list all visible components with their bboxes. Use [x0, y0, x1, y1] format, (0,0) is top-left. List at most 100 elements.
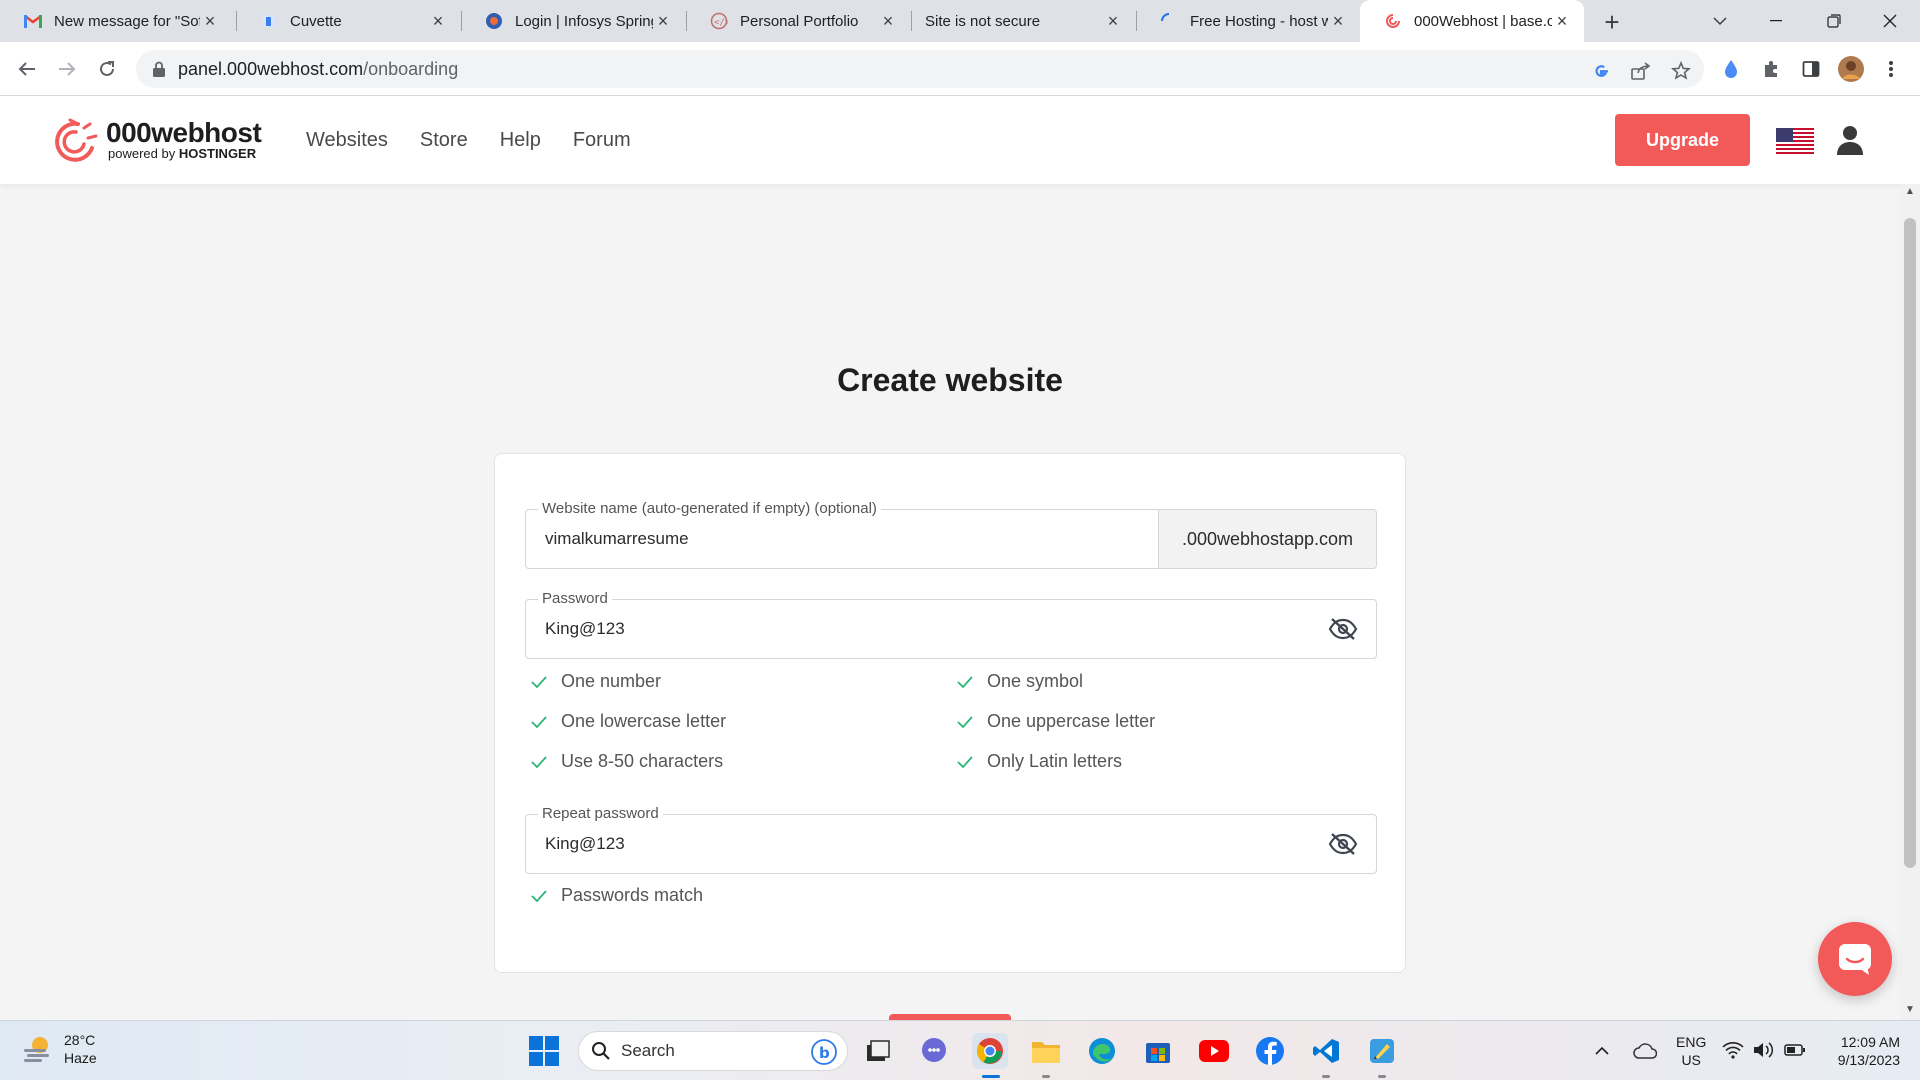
requirement-label: One number: [561, 671, 662, 691]
scroll-down-icon[interactable]: ▼: [1903, 1004, 1917, 1018]
url-path: /onboarding: [363, 58, 459, 79]
page-title: Create website: [837, 362, 1063, 398]
close-icon[interactable]: ×: [1328, 11, 1348, 31]
repeat-password-input[interactable]: King@123: [545, 815, 625, 873]
tab-search-button[interactable]: [1690, 0, 1750, 42]
address-bar[interactable]: panel.000webhost.com/onboarding: [136, 50, 1704, 88]
language-indicator[interactable]: ENG US: [1676, 1033, 1706, 1069]
check-icon: [957, 675, 973, 688]
us-flag-icon[interactable]: [1776, 128, 1814, 154]
tab-000webhost[interactable]: 000Webhost | base.or ×: [1360, 0, 1584, 42]
tab-cuvette[interactable]: Cuvette ×: [236, 0, 460, 42]
wifi-icon[interactable]: [1722, 1041, 1744, 1059]
requirement-item: Use 8-50 characters: [531, 751, 723, 772]
tab-infosys[interactable]: Login | Infosys Springb ×: [461, 0, 685, 42]
lock-icon: [153, 61, 165, 77]
close-icon[interactable]: ×: [1552, 11, 1572, 31]
site-header: 000webhost powered by HOSTINGER Websites…: [0, 96, 1920, 184]
clock-date: 9/13/2023: [1837, 1052, 1900, 1068]
volume-icon[interactable]: [1752, 1041, 1774, 1059]
restore-button[interactable]: [1804, 0, 1864, 42]
weather-widget[interactable]: 28°C Haze: [22, 1031, 97, 1067]
reload-button[interactable]: [92, 54, 122, 84]
nav-store[interactable]: Store: [420, 129, 468, 152]
task-view-icon[interactable]: [860, 1033, 896, 1069]
user-account-icon[interactable]: [1836, 124, 1864, 156]
requirement-item: One lowercase letter: [531, 711, 726, 732]
youtube-icon[interactable]: [1196, 1033, 1232, 1069]
tab-not-secure[interactable]: Site is not secure ×: [911, 0, 1135, 42]
extension-drop-icon[interactable]: [1718, 56, 1744, 82]
close-window-button[interactable]: [1860, 0, 1920, 42]
taskbar-search[interactable]: Search b: [578, 1031, 848, 1071]
check-icon: [531, 755, 547, 768]
paint-icon[interactable]: [1364, 1033, 1400, 1069]
brand-tagline: powered by HOSTINGER: [108, 147, 261, 161]
close-icon[interactable]: ×: [653, 11, 673, 31]
globe-code-icon: </>: [710, 12, 728, 30]
logo[interactable]: 000webhost powered by HOSTINGER: [48, 118, 262, 162]
cuvette-icon: [260, 12, 278, 30]
share-icon[interactable]: [1628, 58, 1654, 84]
upgrade-button[interactable]: Upgrade: [1615, 114, 1750, 166]
close-icon[interactable]: ×: [428, 11, 448, 31]
tab-title: Free Hosting - host w: [1190, 12, 1328, 30]
password-field[interactable]: Password King@123: [525, 590, 1377, 659]
password-input[interactable]: King@123: [545, 600, 625, 658]
scroll-up-icon[interactable]: ▲: [1903, 186, 1917, 200]
minimize-button[interactable]: [1746, 0, 1806, 42]
chevron-up-icon[interactable]: [1595, 1046, 1609, 1056]
eye-off-icon[interactable]: [1328, 832, 1358, 856]
requirement-item: One uppercase letter: [957, 711, 1155, 732]
tab-portfolio[interactable]: </> Personal Portfolio ×: [686, 0, 910, 42]
scrollbar-thumb[interactable]: [1904, 218, 1916, 868]
main-nav: Websites Store Help Forum: [306, 96, 663, 184]
requirement-label: Only Latin letters: [987, 751, 1123, 771]
close-icon[interactable]: ×: [200, 11, 220, 31]
side-panel-icon[interactable]: [1798, 56, 1824, 82]
infosys-icon: [485, 12, 503, 30]
nav-forum[interactable]: Forum: [573, 129, 631, 152]
edge-icon[interactable]: [1084, 1033, 1120, 1069]
menu-kebab-icon[interactable]: [1878, 56, 1904, 82]
windows-start-icon[interactable]: [528, 1035, 560, 1067]
repeat-password-field[interactable]: Repeat password King@123: [525, 805, 1377, 874]
eye-off-icon[interactable]: [1328, 617, 1358, 641]
weather-condition: Haze: [64, 1050, 97, 1066]
nav-websites[interactable]: Websites: [306, 129, 388, 152]
close-icon[interactable]: ×: [1103, 11, 1123, 31]
profile-avatar[interactable]: [1838, 56, 1864, 82]
forward-button[interactable]: [52, 54, 82, 84]
extensions-puzzle-icon[interactable]: [1758, 56, 1784, 82]
vscode-icon[interactable]: [1308, 1033, 1344, 1069]
ms-store-icon[interactable]: [1140, 1033, 1176, 1069]
chrome-icon[interactable]: [972, 1033, 1008, 1069]
chat-support-button[interactable]: [1818, 922, 1892, 996]
battery-icon[interactable]: [1784, 1042, 1806, 1058]
svg-text:b: b: [819, 1044, 830, 1062]
bing-icon: b: [811, 1039, 837, 1065]
tab-title: Cuvette: [290, 12, 342, 30]
website-name-field[interactable]: Website name (auto-generated if empty) (…: [525, 500, 1377, 569]
website-name-input[interactable]: vimalkumarresume: [545, 510, 689, 568]
nav-help[interactable]: Help: [500, 129, 541, 152]
google-icon[interactable]: [1588, 58, 1614, 84]
requirement-item: One number: [531, 671, 661, 692]
close-icon[interactable]: ×: [878, 11, 898, 31]
onedrive-cloud-icon[interactable]: [1633, 1043, 1657, 1059]
system-tray: [1585, 1021, 1657, 1080]
tab-free-hosting[interactable]: Free Hosting - host w ×: [1136, 0, 1360, 42]
new-tab-button[interactable]: +: [1598, 7, 1626, 37]
bookmark-star-icon[interactable]: [1668, 58, 1694, 84]
facebook-icon[interactable]: [1252, 1033, 1288, 1069]
tab-gmail[interactable]: New message for "Sof ×: [0, 0, 232, 42]
url-text[interactable]: panel.000webhost.com/onboarding: [178, 59, 458, 80]
back-button[interactable]: [12, 54, 42, 84]
file-explorer-icon[interactable]: [1028, 1033, 1064, 1069]
teams-chat-icon[interactable]: [916, 1033, 952, 1069]
svg-text:</>: </>: [714, 18, 728, 28]
reload-icon: [100, 61, 114, 76]
create-website-form: Website name (auto-generated if empty) (…: [494, 453, 1406, 973]
clock[interactable]: 12:09 AM 9/13/2023: [1820, 1033, 1900, 1069]
requirement-item: One symbol: [957, 671, 1083, 692]
